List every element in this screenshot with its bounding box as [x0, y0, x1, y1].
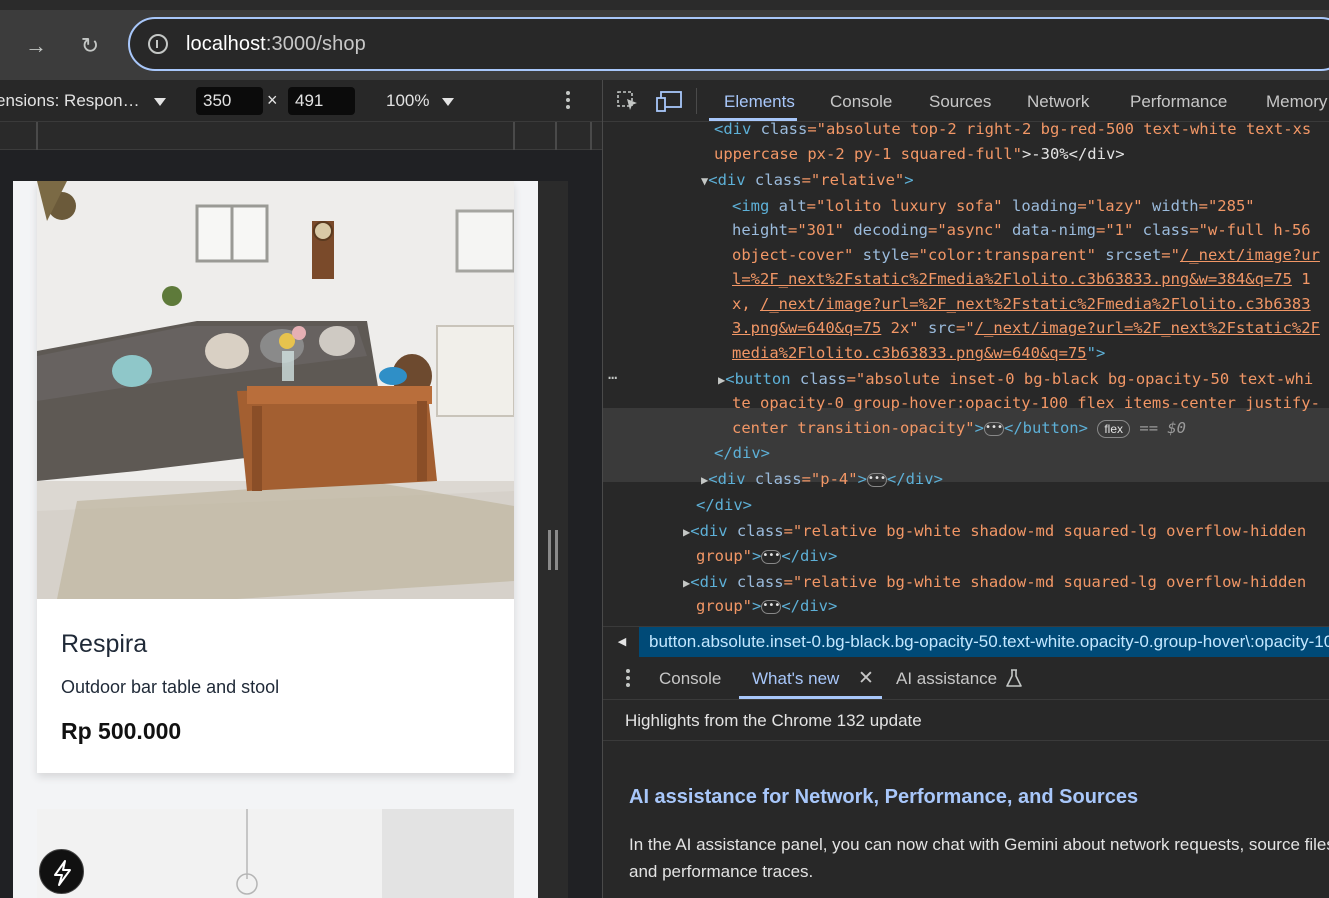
srcset-link[interactable]: /_next/image?url=%2F_next%2Fstatic%2Fmed…: [760, 295, 1311, 313]
breadcrumb-selected-node[interactable]: button.absolute.inset-0.bg-black.bg-opac…: [639, 627, 1329, 657]
srcset-link[interactable]: l=%2F_next%2Fstatic%2Fmedia%2Flolito.c3b…: [732, 270, 1292, 288]
viewport-height-input[interactable]: 491: [288, 87, 355, 115]
tree-line[interactable]: 3.png&w=640&q=75 2x" src="/_next/image?u…: [732, 316, 1320, 340]
resize-handle[interactable]: [548, 530, 558, 570]
tree-line[interactable]: ▶<div class="relative bg-white shadow-md…: [683, 519, 1306, 544]
tree-line-selected[interactable]: center transition-opacity">•••</button> …: [732, 416, 1186, 440]
collapsed-content-ellipsis[interactable]: •••: [866, 472, 887, 487]
url-text: localhost:3000/shop: [186, 33, 366, 55]
tree-line[interactable]: object-cover" style="color:transparent" …: [732, 243, 1320, 267]
devtools-panel: Elements Console Sources Network Perform…: [602, 80, 1329, 898]
whats-new-body: In the AI assistance panel, you can now …: [629, 835, 1329, 881]
dropdown-caret-icon: [442, 97, 455, 106]
tab-performance[interactable]: Performance: [1130, 92, 1227, 112]
dropdown-caret-icon: [154, 97, 167, 106]
tree-line[interactable]: ▶<div class="p-4">•••</div>: [701, 467, 943, 492]
more-options-icon[interactable]: [562, 91, 574, 111]
devtools-tabbar: Elements Console Sources Network Perform…: [603, 80, 1329, 122]
next-product-card[interactable]: [37, 809, 514, 898]
tree-line[interactable]: x, /_next/image?url=%2F_next%2Fstatic%2F…: [732, 292, 1311, 316]
tree-line[interactable]: <img alt="lolito luxury sofa" loading="l…: [732, 194, 1255, 218]
product-price: Rp 500.000: [61, 718, 182, 744]
src-link[interactable]: media%2Flolito.c3b63833.png&w=640&q=75: [732, 344, 1087, 362]
product-description: Outdoor bar table and stool: [61, 677, 280, 697]
tree-line[interactable]: ▶<div class="relative bg-white shadow-md…: [683, 570, 1306, 595]
drawer-tabbar: Console What's new ✕ AI assistance: [603, 658, 1329, 700]
close-tab-icon[interactable]: ✕: [858, 667, 874, 690]
tree-line[interactable]: height="301" decoding="async" data-nimg=…: [732, 218, 1311, 242]
window-top-strip: [0, 0, 1329, 10]
drawer-tab-console[interactable]: Console: [659, 669, 721, 689]
tree-line[interactable]: <div class="absolute top-2 right-2 bg-re…: [714, 122, 1311, 141]
elements-tree: <div class="absolute top-2 right-2 bg-re…: [603, 122, 1329, 624]
address-bar[interactable]: localhost:3000/shop: [128, 17, 1329, 71]
viewport-width-input[interactable]: 350: [196, 87, 263, 115]
srcset-link[interactable]: 3.png&w=640&q=75: [732, 319, 881, 337]
product-title: Respira: [61, 630, 148, 658]
experimental-flask-icon: [1005, 668, 1023, 693]
srcset-link[interactable]: /_next/image?ur: [1180, 246, 1320, 264]
drawer-tab-ai-assistance[interactable]: AI assistance: [896, 669, 997, 689]
inspect-element-icon[interactable]: [616, 90, 640, 112]
tree-line[interactable]: group">•••</div>: [696, 594, 837, 618]
collapsed-content-ellipsis[interactable]: •••: [983, 421, 1004, 436]
tree-line-selected[interactable]: te opacity-0 group-hover:opacity-100 fle…: [732, 391, 1320, 415]
dimension-times-sign: ×: [267, 90, 278, 110]
tree-line[interactable]: </div>: [714, 441, 770, 465]
forward-arrow-icon[interactable]: →: [22, 32, 50, 60]
breadcrumb-left-arrow-icon[interactable]: ◀: [611, 633, 633, 651]
breadcrumb: ◀ button.absolute.inset-0.bg-black.bg-op…: [603, 626, 1329, 657]
flex-badge[interactable]: flex: [1097, 419, 1131, 438]
tab-memory[interactable]: Memory: [1266, 92, 1327, 112]
tree-line[interactable]: uppercase px-2 py-1 squared-full">-30%</…: [714, 142, 1125, 166]
tab-elements[interactable]: Elements: [724, 92, 795, 112]
collapsed-content-ellipsis[interactable]: •••: [761, 599, 782, 614]
media-query-ruler: [0, 122, 602, 150]
drawer-menu-icon[interactable]: [623, 669, 633, 689]
whats-new-title[interactable]: AI assistance for Network, Performance, …: [629, 786, 1138, 809]
product-card[interactable]: Respira Outdoor bar table and stool Rp 5…: [37, 181, 514, 773]
site-info-icon[interactable]: [148, 34, 168, 54]
emulated-page: Respira Outdoor bar table and stool Rp 5…: [13, 181, 538, 898]
browser-toolbar: → ↻ localhost:3000/shop: [0, 10, 1329, 80]
reload-icon[interactable]: ↻: [76, 32, 104, 60]
src-link[interactable]: /_next/image?url=%2F_next%2Fstatic%2F: [975, 319, 1320, 337]
dimensions-dropdown[interactable]: ensions: Respon…: [0, 91, 167, 111]
tab-network[interactable]: Network: [1027, 92, 1089, 112]
drawer-tab-whats-new[interactable]: What's new: [752, 669, 839, 689]
tree-line-selected[interactable]: ▶<button class="absolute inset-0 bg-blac…: [718, 367, 1313, 392]
tab-sources[interactable]: Sources: [929, 92, 991, 112]
tab-console[interactable]: Console: [830, 92, 892, 112]
active-tab-indicator: [709, 118, 797, 121]
product-image: [37, 181, 514, 599]
nextjs-dev-indicator-icon[interactable]: [39, 849, 84, 894]
tree-line[interactable]: group">•••</div>: [696, 544, 837, 568]
collapsed-content-ellipsis[interactable]: •••: [761, 549, 782, 564]
device-toggle-icon[interactable]: [656, 90, 682, 112]
active-drawer-tab-indicator: [739, 696, 882, 699]
node-actions-ellipsis[interactable]: …: [608, 362, 617, 386]
tree-line[interactable]: l=%2F_next%2Fstatic%2Fmedia%2Flolito.c3b…: [732, 267, 1311, 291]
tree-line[interactable]: ▼<div class="relative">: [701, 168, 914, 193]
tree-line[interactable]: media%2Flolito.c3b63833.png&w=640&q=75">: [732, 341, 1105, 365]
device-toolbar: ensions: Respon… 350 × 491 100%: [0, 80, 602, 122]
zoom-dropdown[interactable]: 100%: [386, 91, 455, 111]
whats-new-header: Highlights from the Chrome 132 update: [603, 701, 1329, 741]
toolbar-divider: [696, 88, 697, 114]
tree-line[interactable]: </div>: [696, 493, 752, 517]
